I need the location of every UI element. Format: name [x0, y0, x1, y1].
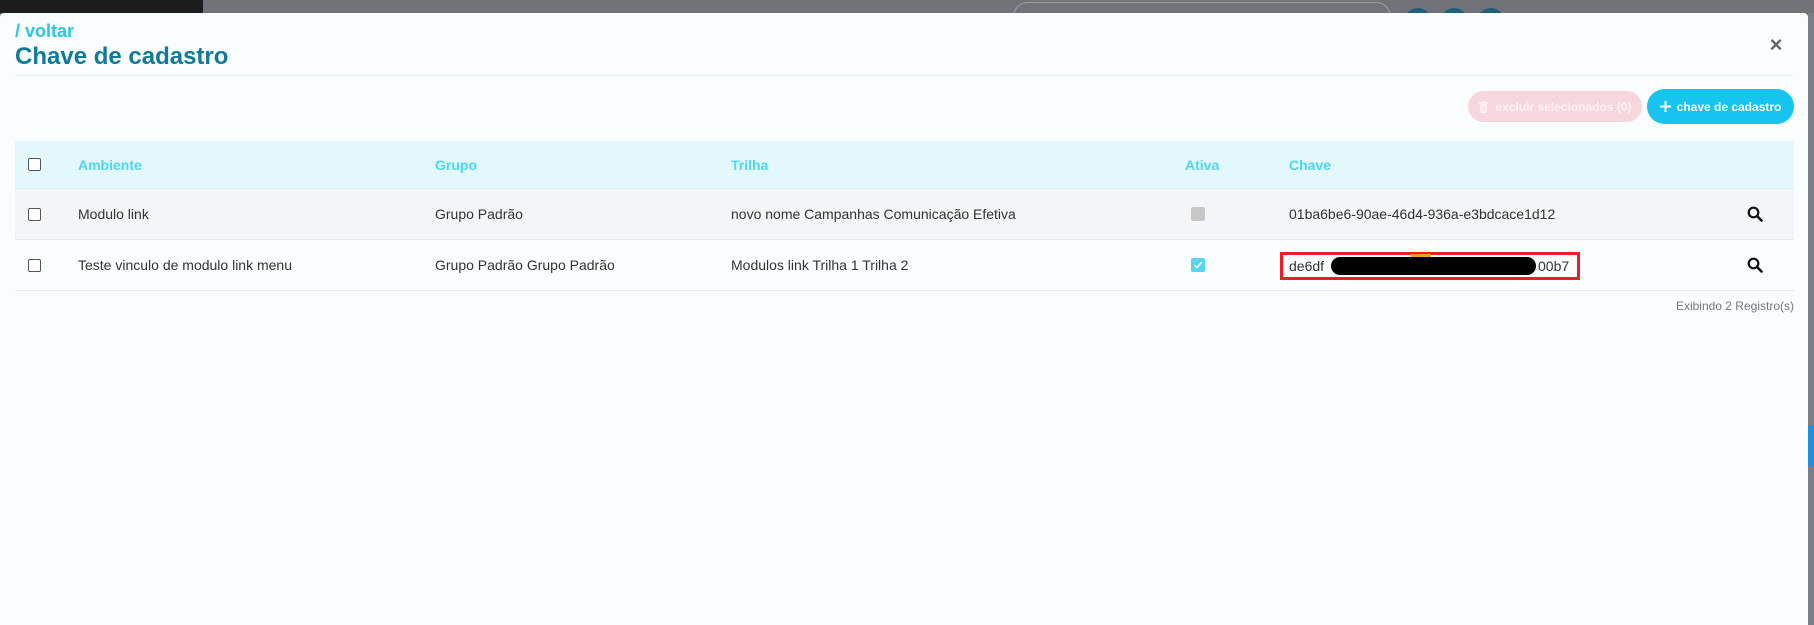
delete-selected-button[interactable]: excluir selecionados (0) — [1468, 91, 1642, 122]
inactive-checkbox — [1191, 207, 1205, 221]
column-header-grupo[interactable]: Grupo — [435, 141, 477, 188]
cell-trilha: novo nome Campanhas Comunicação Efetiva — [731, 206, 1016, 222]
active-checkbox — [1191, 258, 1205, 272]
column-header-chave[interactable]: Chave — [1289, 141, 1331, 188]
column-header-ambiente[interactable]: Ambiente — [78, 141, 142, 188]
row-checkbox[interactable] — [28, 207, 41, 221]
add-key-button[interactable]: chave de cadastro — [1647, 89, 1794, 124]
page-title: Chave de cadastro — [15, 43, 229, 70]
cell-ativa — [1191, 240, 1205, 290]
search-icon[interactable] — [1747, 206, 1763, 222]
cell-ambiente: Modulo link — [78, 206, 149, 222]
background-scrollbar — [1808, 13, 1814, 625]
key-end: 00b7 — [1538, 258, 1570, 274]
check-icon — [1193, 261, 1203, 269]
cell-ambiente: Teste vinculo de modulo link menu — [78, 257, 293, 273]
trash-icon — [1479, 100, 1489, 113]
close-icon: × — [1769, 32, 1783, 57]
redaction-bar — [1331, 254, 1536, 275]
delete-selected-label: excluir selecionados (0) — [1495, 99, 1632, 114]
table-header-row: Ambiente Grupo Trilha Ativa Chave — [15, 141, 1794, 189]
cell-grupo: Grupo Padrão Grupo Padrão — [435, 257, 615, 273]
add-key-label: chave de cadastro — [1676, 99, 1782, 114]
background-sidebar-strip — [0, 0, 203, 13]
modal-header: / voltar Chave de cadastro × — [15, 21, 1793, 76]
cell-chave: de6df 00b7 — [1289, 254, 1570, 277]
search-icon[interactable] — [1747, 257, 1763, 273]
column-header-trilha[interactable]: Trilha — [731, 141, 768, 188]
back-link[interactable]: / voltar — [15, 21, 74, 42]
close-button[interactable]: × — [1766, 32, 1786, 57]
redaction-mark — [1411, 254, 1431, 257]
records-count: Exibindo 2 Registro(s) — [1675, 299, 1794, 313]
row-select-cell — [28, 240, 41, 290]
row-checkbox[interactable] — [28, 258, 41, 272]
table-row: Teste vinculo de modulo link menu Grupo … — [15, 240, 1794, 291]
cell-ativa — [1191, 189, 1205, 239]
cell-chave: 01ba6be6-90ae-46d4-936a-e3bdcace1d12 — [1289, 206, 1556, 222]
cell-trilha: Modulos link Trilha 1 Trilha 2 — [731, 257, 909, 273]
row-action-cell — [1747, 189, 1763, 239]
table-row: Modulo link Grupo Padrão novo nome Campa… — [15, 189, 1794, 240]
select-all-cell — [28, 141, 41, 188]
row-select-cell — [28, 189, 41, 239]
select-all-checkbox[interactable] — [28, 158, 41, 171]
keys-table: Ambiente Grupo Trilha Ativa Chave Modulo… — [15, 141, 1794, 291]
column-header-ativa[interactable]: Ativa — [1185, 141, 1219, 188]
key-highlight-box: de6df 00b7 — [1280, 252, 1580, 280]
row-action-cell — [1747, 240, 1763, 290]
registration-key-modal: / voltar Chave de cadastro × excluir sel… — [0, 13, 1808, 625]
key-start: de6df — [1289, 258, 1325, 274]
plus-icon — [1659, 101, 1671, 112]
cell-grupo: Grupo Padrão — [435, 206, 523, 222]
background-topbar — [203, 0, 1814, 13]
